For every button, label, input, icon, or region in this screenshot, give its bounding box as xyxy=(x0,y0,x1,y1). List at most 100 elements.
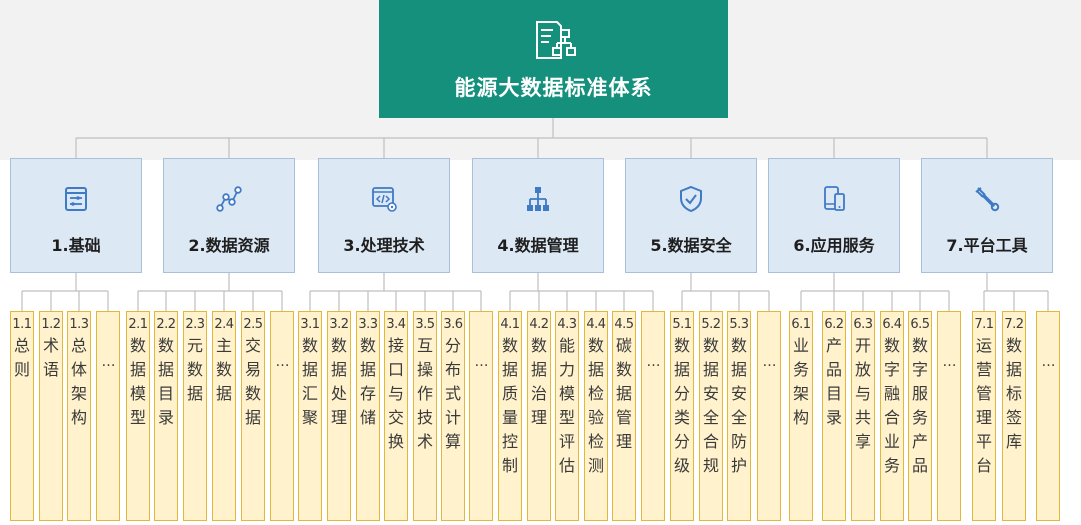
standard-item: 5.3 数据安全防护 xyxy=(727,311,751,521)
item-text: 数据安全防护 xyxy=(730,336,747,475)
item-text: 数据治理 xyxy=(530,336,547,427)
category-label: 4.数据管理 xyxy=(497,236,579,255)
structure-document-icon xyxy=(535,21,576,59)
standard-item: 7.1 运营管理平台 xyxy=(972,311,996,521)
wrench-icon xyxy=(975,187,1000,212)
root-node: 能源大数据标准体系 xyxy=(379,0,728,118)
item-number: 6.5 xyxy=(910,317,930,332)
item-number: 4.3 xyxy=(557,317,577,332)
root-title: 能源大数据标准体系 xyxy=(454,76,653,100)
item-text: 接口与交换 xyxy=(387,336,404,451)
item-text: 数字融合业务 xyxy=(883,336,900,475)
more-items: … xyxy=(469,311,493,521)
item-number: 4.2 xyxy=(529,317,549,332)
item-text: 运营管理平台 xyxy=(975,336,992,475)
standard-item: 1.2 术语 xyxy=(39,311,63,521)
item-text: 数据标签库 xyxy=(1005,336,1022,451)
shield-check-icon xyxy=(680,185,702,213)
item-text: 业务架构 xyxy=(792,336,809,427)
item-number: 6.4 xyxy=(882,317,902,332)
ellipsis-text: … xyxy=(942,354,957,370)
item-number: 1.2 xyxy=(41,317,61,332)
hierarchy-icon xyxy=(527,187,549,211)
standard-item: 6.5 数字服务产品 xyxy=(908,311,932,521)
standard-item: 2.1 数据模型 xyxy=(126,311,150,521)
data-nodes-icon xyxy=(216,186,242,212)
category-node: 6.应用服务 xyxy=(768,158,900,273)
ellipsis-text: … xyxy=(646,354,661,370)
more-items: … xyxy=(96,311,120,521)
item-text: 数据检验检测 xyxy=(587,336,604,475)
item-number: 2.5 xyxy=(243,317,263,332)
standard-item: 1.3 总体架构 xyxy=(67,311,91,521)
ellipsis-text: … xyxy=(1041,354,1056,370)
standard-item: 2.2 数据目录 xyxy=(154,311,178,521)
standard-item: 6.1 业务架构 xyxy=(789,311,813,521)
item-number: 6.1 xyxy=(791,317,811,332)
item-text: 总则 xyxy=(13,336,30,379)
item-text: 元数据 xyxy=(186,336,203,403)
standard-item: 2.4 主数据 xyxy=(212,311,236,521)
category-label: 5.数据安全 xyxy=(650,236,732,255)
item-number: 4.1 xyxy=(500,317,520,332)
standard-item: 2.3 元数据 xyxy=(183,311,207,521)
item-text: 数字服务产品 xyxy=(911,336,928,475)
item-number: 5.1 xyxy=(672,317,692,332)
item-text: 主数据 xyxy=(215,336,232,403)
ellipsis-text: … xyxy=(275,354,290,370)
item-number: 5.2 xyxy=(701,317,721,332)
category-label: 6.应用服务 xyxy=(793,236,875,255)
category-label: 1.基础 xyxy=(51,236,101,255)
standard-item: 3.5 互操作技术 xyxy=(413,311,437,521)
item-number: 3.5 xyxy=(415,317,435,332)
item-text: 数据安全合规 xyxy=(702,336,719,475)
standard-item: 5.2 数据安全合规 xyxy=(699,311,723,521)
standard-item: 5.1 数据分类分级 xyxy=(670,311,694,521)
item-number: 2.1 xyxy=(128,317,148,332)
item-number: 7.2 xyxy=(1004,317,1024,332)
item-number: 3.6 xyxy=(443,317,463,332)
category-label: 7.平台工具 xyxy=(946,236,1028,255)
standard-item: 4.4 数据检验检测 xyxy=(584,311,608,521)
item-number: 4.4 xyxy=(586,317,606,332)
more-items: … xyxy=(641,311,665,521)
standard-item: 6.3 开放与共享 xyxy=(851,311,875,521)
more-items: … xyxy=(757,311,781,521)
item-text: 能力模型评估 xyxy=(558,336,575,475)
item-number: 3.2 xyxy=(329,317,349,332)
standard-item: 6.2 产品目录 xyxy=(822,311,846,521)
ellipsis-text: … xyxy=(762,354,777,370)
category-node: 3.处理技术 xyxy=(318,158,450,273)
category-node: 1.基础 xyxy=(10,158,142,273)
item-text: 数据质量控制 xyxy=(501,336,518,475)
more-items: … xyxy=(1036,311,1060,521)
more-items: … xyxy=(937,311,961,521)
code-settings-icon xyxy=(372,187,397,212)
item-text: 交易数据 xyxy=(244,336,261,427)
standard-item: 3.2 数据处理 xyxy=(327,311,351,521)
item-text: 碳数据管理 xyxy=(615,336,632,451)
item-text: 数据目录 xyxy=(157,336,174,427)
devices-icon xyxy=(824,186,845,211)
item-number: 3.1 xyxy=(300,317,320,332)
category-label: 3.处理技术 xyxy=(343,236,425,255)
standard-item: 3.6 分布式计算 xyxy=(441,311,465,521)
item-text: 数据处理 xyxy=(330,336,347,427)
standard-item: 4.1 数据质量控制 xyxy=(498,311,522,521)
item-text: 总体架构 xyxy=(70,336,87,427)
item-text: 互操作技术 xyxy=(416,336,433,451)
item-text: 数据分类分级 xyxy=(673,336,690,475)
item-text: 数据模型 xyxy=(129,336,146,427)
item-text: 数据汇聚 xyxy=(301,336,318,427)
item-number: 3.3 xyxy=(358,317,378,332)
item-number: 1.3 xyxy=(69,317,89,332)
category-node: 5.数据安全 xyxy=(625,158,757,273)
item-text: 分布式计算 xyxy=(444,336,461,451)
item-text: 术语 xyxy=(42,336,59,379)
standard-item: 6.4 数字融合业务 xyxy=(880,311,904,521)
category-label: 2.数据资源 xyxy=(188,236,270,255)
standard-item: 1.1 总则 xyxy=(10,311,34,521)
item-number: 7.1 xyxy=(974,317,994,332)
standard-item: 3.1 数据汇聚 xyxy=(298,311,322,521)
item-number: 6.2 xyxy=(824,317,844,332)
